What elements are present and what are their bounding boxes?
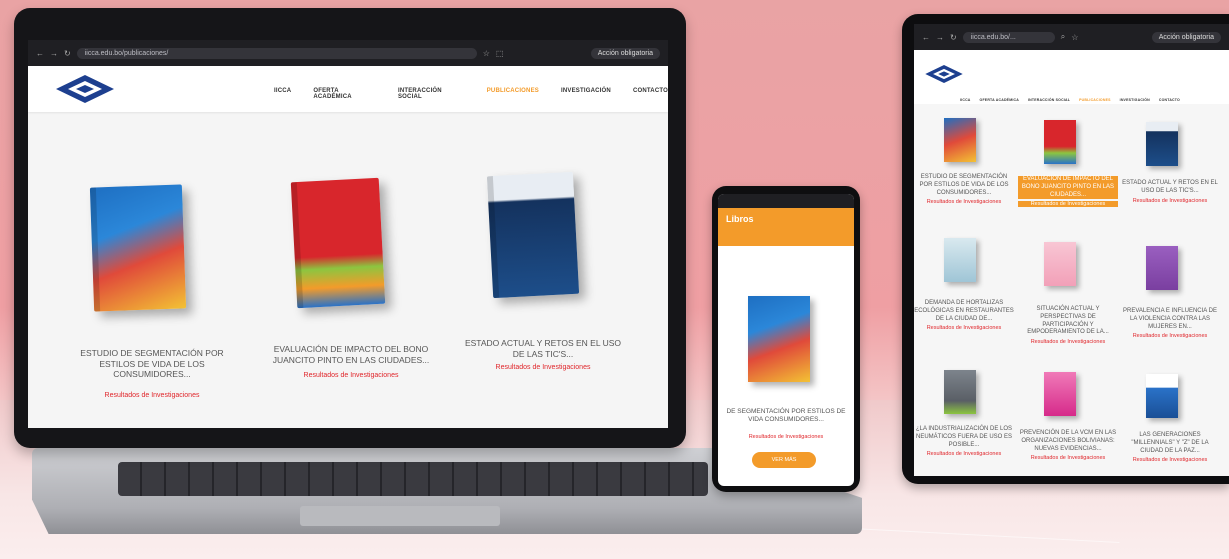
laptop-keyboard <box>118 462 708 496</box>
tablet-list-item[interactable]: PREVENCIÓN DE LA VCM EN LAS ORGANIZACION… <box>1018 430 1118 461</box>
download-icon[interactable]: ⬚ <box>496 49 504 58</box>
laptop-trackpad <box>300 506 500 526</box>
tablet-item-title: DEMANDA DE HORTALIZAS ECOLÓGICAS EN REST… <box>914 300 1014 322</box>
book-title[interactable]: ESTUDIO DE SEGMENTACIÓN POR ESTILOS DE V… <box>72 348 232 380</box>
tablet-item-category: Resultados de Investigaciones <box>1030 455 1106 462</box>
nav-item-investigacion[interactable]: INVESTIGACIÓN <box>561 88 611 100</box>
phone-book-title[interactable]: DE SEGMENTACIÓN POR ESTILOS DE VIDA CONS… <box>720 408 852 425</box>
book-title[interactable]: ESTADO ACTUAL Y RETOS EN EL USO DE LAS T… <box>458 338 628 359</box>
nav-item-oferta[interactable]: OFERTA ACADÉMICA <box>313 88 376 100</box>
iicca-logo[interactable] <box>924 64 964 84</box>
tablet-item-title: SITUACIÓN ACTUAL Y PERSPECTIVAS DE PARTI… <box>1027 306 1109 336</box>
forward-icon[interactable]: → <box>50 49 58 58</box>
phone-book-category[interactable]: Resultados de Investigaciones <box>720 434 852 440</box>
nav-item-contacto[interactable]: CONTACTO <box>633 88 668 100</box>
tablet-book-cover[interactable] <box>1146 246 1178 290</box>
tablet-book-cover[interactable] <box>1044 242 1076 286</box>
reload-icon[interactable]: ↻ <box>950 33 957 42</box>
nav-item-interaccion[interactable]: INTERACCIÓN SOCIAL <box>398 88 465 100</box>
nav-item-contacto[interactable]: CONTACTO <box>1159 98 1180 102</box>
nav-item-publicaciones[interactable]: PUBLICACIONES <box>487 88 539 100</box>
book-cover[interactable] <box>486 171 580 299</box>
nav-item-oferta[interactable]: OFERTA ACADÉMICA <box>980 98 1019 102</box>
reload-icon[interactable]: ↻ <box>64 49 71 58</box>
tablet-item-category: Resultados de Investigaciones <box>926 199 1002 206</box>
book-cover[interactable] <box>89 184 187 312</box>
book-category[interactable]: Resultados de Investigaciones <box>458 364 628 371</box>
tablet-item-category: Resultados de Investigaciones <box>926 325 1002 332</box>
tablet-item-category: Resultados de Investigaciones <box>1030 339 1106 346</box>
phone-more-button[interactable]: VER MÁS <box>752 452 816 468</box>
tablet-book-cover[interactable] <box>1044 120 1076 164</box>
tablet-item-title: PREVENCIÓN DE LA VCM EN LAS ORGANIZACION… <box>1019 430 1117 452</box>
nav-item-iicca[interactable]: IICCA <box>274 88 291 100</box>
tablet-item-title: PREVALENCIA E INFLUENCIA DE LA VIOLENCIA… <box>1123 308 1217 330</box>
tablet-action-button[interactable]: Acción obligatoria <box>1151 31 1221 43</box>
tablet-item-title: ESTUDIO DE SEGMENTACIÓN POR ESTILOS DE V… <box>919 174 1009 196</box>
tablet-list-item[interactable]: DEMANDA DE HORTALIZAS ECOLÓGICAS EN REST… <box>914 300 1014 331</box>
nav-item-publicaciones[interactable]: PUBLICACIONES <box>1079 98 1111 102</box>
laptop-screen: IICCA OFERTA ACADÉMICA INTERACCIÓN SOCIA… <box>28 66 668 428</box>
tablet-book-cover[interactable] <box>944 118 976 162</box>
tablet-item-category: Resultados de Investigaciones <box>1132 197 1208 204</box>
search-icon[interactable]: ⌕ <box>1061 32 1065 42</box>
iicca-logo-icon <box>925 64 963 84</box>
tablet-list-item[interactable]: ¿LA INDUSTRIALIZACIÓN DE LOS NEUMÁTICOS … <box>914 426 1014 457</box>
site-nav: IICCA OFERTA ACADÉMICA INTERACCIÓN SOCIA… <box>274 88 668 100</box>
book-title[interactable]: EVALUACIÓN DE IMPACTO DEL BONO JUANCITO … <box>266 344 436 365</box>
tablet-book-cover[interactable] <box>944 370 976 414</box>
book-cover[interactable] <box>290 177 386 309</box>
tablet-item-title: EVALUACIÓN DE IMPACTO DEL BONO JUANCITO … <box>1018 176 1118 200</box>
nav-item-investigacion[interactable]: INVESTIGACIÓN <box>1120 98 1150 102</box>
tablet-screen: ← → ↻ iicca.edu.bo/... ⌕ ☆ Acción obliga… <box>914 24 1229 476</box>
tablet-list-item[interactable]: ESTADO ACTUAL Y RETOS EN EL USO DE LAS T… <box>1120 180 1220 204</box>
back-icon[interactable]: ← <box>36 49 44 58</box>
tablet-list-item[interactable]: PREVALENCIA E INFLUENCIA DE LA VIOLENCIA… <box>1120 308 1220 339</box>
tablet-item-title: ESTADO ACTUAL Y RETOS EN EL USO DE LAS T… <box>1122 180 1218 194</box>
laptop-action-button[interactable]: Acción obligatoria <box>590 47 660 59</box>
tablet-browser-toolbar: ← → ↻ iicca.edu.bo/... ⌕ ☆ Acción obliga… <box>914 24 1229 50</box>
book-category[interactable]: Resultados de Investigaciones <box>266 372 436 379</box>
laptop-browser-toolbar: ← → ↻ iicca.edu.bo/publicaciones/ ☆ ⬚ Ac… <box>28 40 668 66</box>
tablet-url-bar[interactable]: iicca.edu.bo/... <box>962 31 1055 43</box>
tablet-list-item[interactable]: SITUACIÓN ACTUAL Y PERSPECTIVAS DE PARTI… <box>1018 306 1118 345</box>
nav-item-interaccion[interactable]: INTERACCIÓN SOCIAL <box>1028 98 1070 102</box>
phone-browser-toolbar <box>718 194 854 208</box>
tablet-book-cover[interactable] <box>1044 372 1076 416</box>
tablet-item-category: Resultados de Investigaciones <box>1018 201 1118 208</box>
star-icon[interactable]: ☆ <box>1071 33 1078 42</box>
phone-book-cover[interactable] <box>748 296 810 382</box>
tablet-item-title: LAS GENERACIONES "MILLENNIALS" Y "Z" DE … <box>1131 432 1209 454</box>
nav-item-iicca[interactable]: IICCA <box>960 98 971 102</box>
book-category[interactable]: Resultados de Investigaciones <box>72 392 232 399</box>
back-icon[interactable]: ← <box>922 33 930 42</box>
tablet-book-cover[interactable] <box>1146 374 1178 418</box>
laptop-url-bar[interactable]: iicca.edu.bo/publicaciones/ <box>76 47 477 59</box>
tablet-item-category: Resultados de Investigaciones <box>1132 333 1208 340</box>
tablet-item-title: ¿LA INDUSTRIALIZACIÓN DE LOS NEUMÁTICOS … <box>915 426 1013 448</box>
forward-icon[interactable]: → <box>936 33 944 42</box>
tablet-list-item[interactable]: LAS GENERACIONES "MILLENNIALS" Y "Z" DE … <box>1120 432 1220 463</box>
phone-screen: Libros DE SEGMENTACIÓN POR ESTILOS DE VI… <box>718 194 854 486</box>
phone-page-header: Libros <box>718 208 854 246</box>
tablet-book-cover[interactable] <box>944 238 976 282</box>
iicca-logo-icon <box>56 75 114 103</box>
tablet-site-nav: IICCA OFERTA ACADÉMICA INTERACCIÓN SOCIA… <box>960 98 1180 102</box>
iicca-logo[interactable] <box>54 74 116 104</box>
tablet-item-category: Resultados de Investigaciones <box>926 451 1002 458</box>
tablet-book-cover[interactable] <box>1146 122 1178 166</box>
phone-header-title: Libros <box>726 214 754 224</box>
tablet-list-item[interactable]: EVALUACIÓN DE IMPACTO DEL BONO JUANCITO … <box>1018 176 1118 208</box>
tablet-item-category: Resultados de Investigaciones <box>1132 457 1208 464</box>
star-icon[interactable]: ☆ <box>483 49 490 58</box>
tablet-list-item[interactable]: ESTUDIO DE SEGMENTACIÓN POR ESTILOS DE V… <box>914 174 1014 205</box>
